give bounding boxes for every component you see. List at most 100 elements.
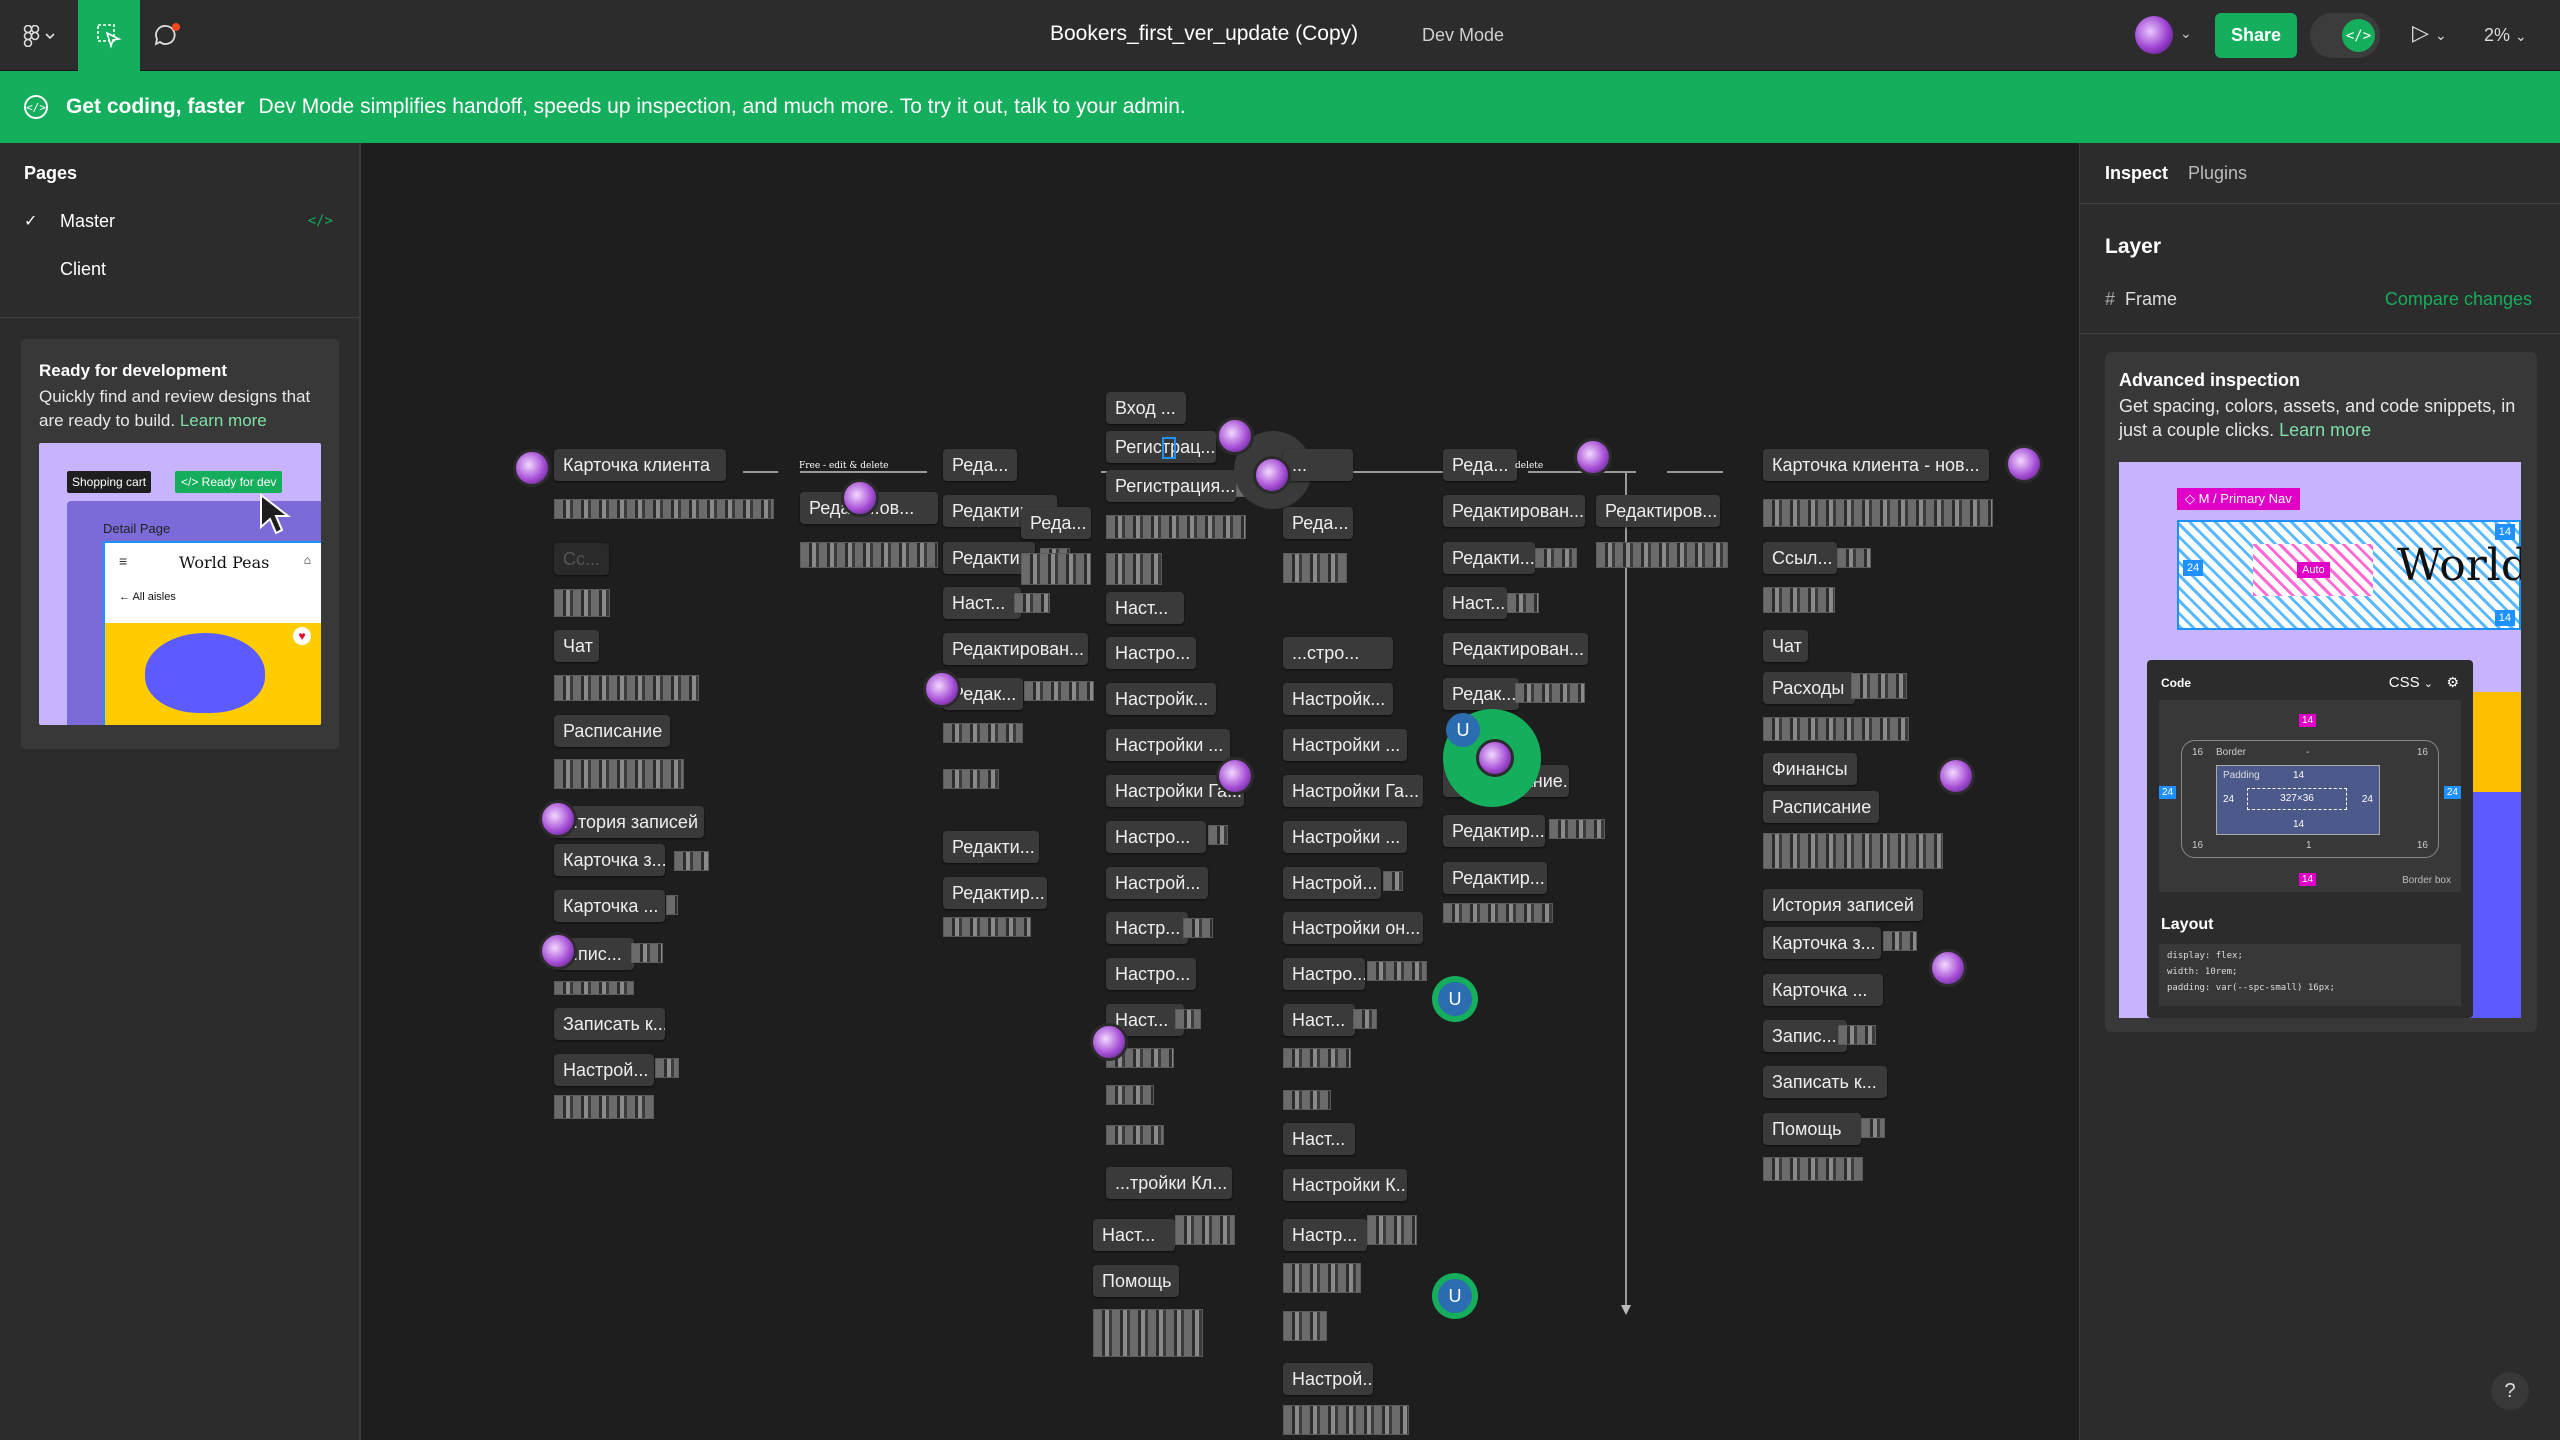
screen-thumbnail[interactable] [1535,548,1577,568]
screen-node[interactable]: Настройки ... [1106,729,1230,761]
screen-thumbnail[interactable] [1283,1263,1361,1293]
learn-more-link[interactable]: Learn more [2279,420,2371,440]
user-u-avatar[interactable]: U [1443,710,1483,750]
design-canvas[interactable]: Карточка клиента Сс... Чат Расписание ..… [363,143,2079,1440]
screen-thumbnail[interactable] [1021,553,1091,585]
screen-thumbnail[interactable] [1367,961,1427,981]
screen-thumbnail[interactable] [631,943,663,963]
user-avatar[interactable] [2135,16,2173,54]
screen-thumbnail[interactable] [554,675,699,701]
screen-node[interactable]: Наст... [1093,1219,1175,1251]
screen-thumbnail[interactable] [1367,1215,1417,1245]
screen-thumbnail[interactable] [800,542,938,568]
screen-node[interactable]: ...тройки Кл... [1106,1167,1232,1199]
screen-thumbnail[interactable] [1208,825,1228,845]
screen-thumbnail[interactable] [554,1095,654,1119]
settings-icon[interactable]: ⚙ [2446,674,2459,691]
screen-node[interactable]: Редактир... [943,877,1047,909]
screen-thumbnail[interactable] [1283,1048,1351,1068]
dev-mode-toggle[interactable]: </> [2310,13,2380,58]
collaborator-avatar[interactable] [1253,456,1291,494]
screen-thumbnail[interactable] [943,723,1023,743]
screen-node[interactable]: Настройки ... [1283,821,1407,853]
learn-more-link[interactable]: Learn more [180,411,267,430]
screen-thumbnail[interactable] [1763,833,1943,869]
screen-node[interactable]: Настрой... [1283,867,1381,899]
screen-node[interactable]: Карточка ... [1763,974,1883,1006]
screen-thumbnail[interactable] [943,769,999,789]
screen-thumbnail[interactable] [1353,1009,1377,1029]
figma-menu-button[interactable] [14,0,64,71]
page-item-master[interactable]: ✓ Master </> [0,199,361,243]
screen-thumbnail[interactable] [1093,1309,1203,1357]
screen-node[interactable]: Чат [1763,630,1808,662]
screen-thumbnail[interactable] [655,1058,679,1078]
screen-node[interactable]: Настройки Га... [1283,775,1423,807]
screen-node[interactable]: Настро... [1106,958,1196,990]
screen-node[interactable]: Карточка клиента [554,449,726,481]
screen-node[interactable]: Карточка ... [554,890,665,922]
tab-inspect[interactable]: Inspect [2105,163,2168,184]
screen-node[interactable]: Настройки ... [1283,729,1407,761]
screen-node[interactable]: Помощь [1763,1113,1861,1145]
screen-thumbnail[interactable] [1596,542,1728,568]
screen-thumbnail[interactable] [1861,1118,1885,1138]
screen-node[interactable]: Реда... [1443,449,1517,481]
collaborator-avatar[interactable] [1216,757,1254,795]
user-u-avatar[interactable]: U [1432,1273,1478,1319]
screen-node[interactable]: Редак... [1443,678,1519,710]
help-button[interactable]: ? [2491,1372,2529,1410]
screen-node[interactable]: Расписание [554,715,670,747]
screen-thumbnail[interactable] [1283,1311,1327,1341]
tab-plugins[interactable]: Plugins [2188,163,2247,184]
share-button[interactable]: Share [2215,13,2297,58]
screen-node[interactable]: Реда... [1283,507,1353,539]
screen-thumbnail[interactable] [1183,918,1213,938]
page-item-client[interactable]: Client [0,247,361,291]
screen-node[interactable]: Редактирован... [1443,495,1585,527]
screen-node[interactable]: Настройк... [1283,683,1393,715]
screen-node[interactable]: Запис... [1763,1020,1847,1052]
chevron-down-icon[interactable]: ⌄ [2180,25,2192,42]
collaborator-avatar[interactable] [1574,438,1612,476]
screen-thumbnail[interactable] [1883,931,1917,951]
screen-thumbnail[interactable] [1175,1215,1235,1245]
screen-thumbnail[interactable] [1106,1125,1164,1145]
screen-node[interactable]: Наст... [1443,587,1507,619]
collaborator-avatar[interactable] [1929,949,1967,987]
screen-node[interactable]: Настройк... [1106,683,1216,715]
screen-node[interactable]: Редактир... [1443,815,1545,847]
screen-node[interactable]: Наст... [1283,1123,1355,1155]
screen-node[interactable]: Реда... [1021,507,1091,539]
document-title[interactable]: Bookers_first_ver_update (Copy) [1050,22,1358,46]
screen-thumbnail[interactable] [674,851,709,871]
screen-thumbnail[interactable] [1106,1085,1154,1105]
screen-thumbnail[interactable] [1763,1157,1863,1181]
screen-node[interactable]: Настро... [1283,958,1365,990]
screen-node[interactable]: Настро... [1106,637,1196,669]
collaborator-avatar[interactable] [923,670,961,708]
screen-node[interactable]: Чат [554,630,599,662]
screen-node[interactable]: Настройки К... [1283,1169,1407,1201]
screen-node[interactable]: Наст... [1283,1004,1355,1036]
screen-thumbnail[interactable] [1014,593,1050,613]
screen-thumbnail[interactable] [1106,515,1246,539]
comment-tool-button[interactable] [140,0,194,71]
screen-node[interactable]: ...стро... [1283,637,1393,669]
screen-node[interactable]: История записей [1763,889,1923,921]
screen-thumbnail[interactable] [1507,593,1539,613]
screen-node[interactable]: Настро... [1106,821,1206,853]
screen-thumbnail[interactable] [1549,819,1605,839]
screen-thumbnail[interactable] [1851,673,1907,699]
screen-node[interactable]: Наст... [943,587,1021,619]
collaborator-avatar[interactable] [539,800,577,838]
screen-thumbnail[interactable] [1106,553,1162,585]
screen-node[interactable]: Настрой... [554,1054,654,1086]
screen-thumbnail[interactable] [1515,683,1585,703]
screen-thumbnail[interactable] [554,499,774,519]
screen-node[interactable]: Настройки он... [1283,912,1423,944]
screen-node[interactable]: Расходы [1763,672,1855,704]
screen-node[interactable]: Настр... [1106,912,1188,944]
screen-node[interactable]: Реда... [943,449,1017,481]
collaborator-avatar[interactable] [1216,417,1254,455]
